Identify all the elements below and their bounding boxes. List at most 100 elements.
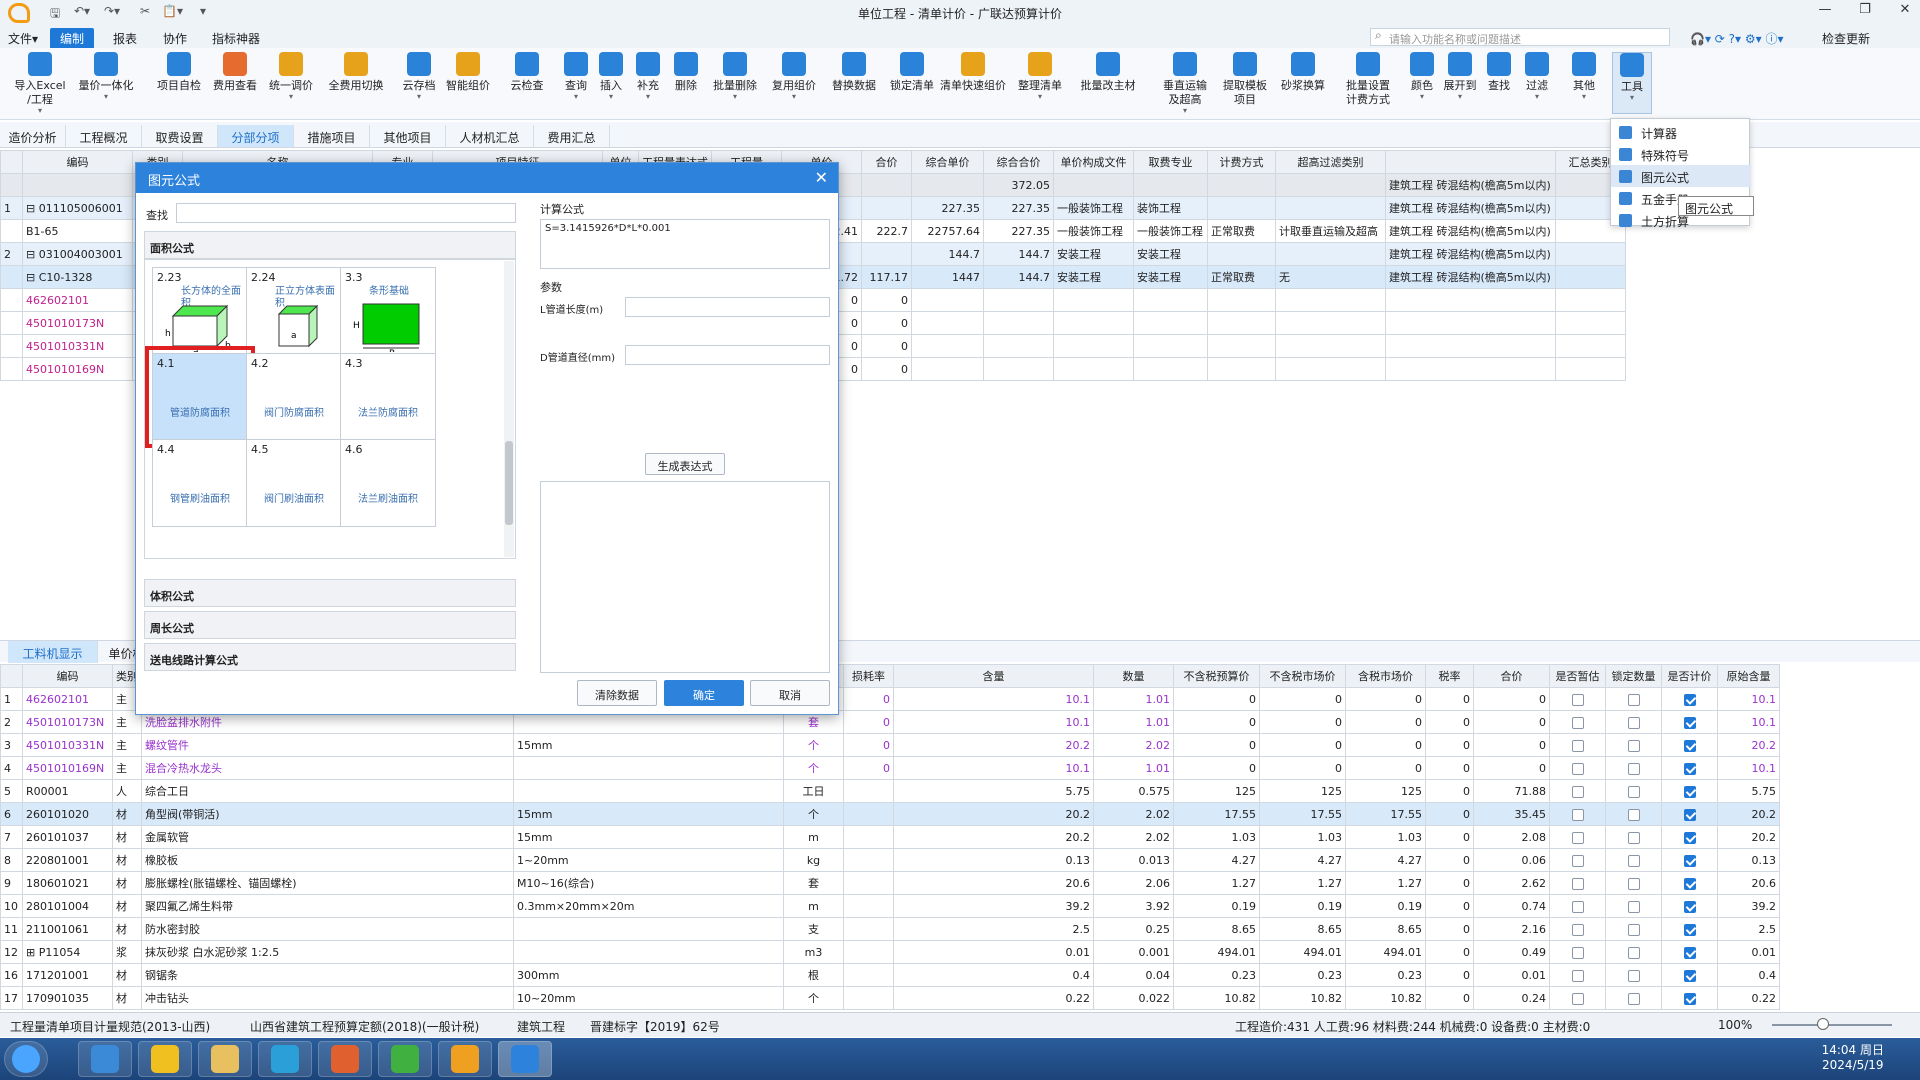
table-cell[interactable]: 2.02 [1093, 733, 1174, 757]
table-cell[interactable] [843, 894, 894, 918]
table-cell[interactable]: 材 [112, 963, 142, 987]
table-cell[interactable] [0, 265, 23, 289]
table-cell[interactable]: 280101004 [22, 894, 113, 918]
table-cell[interactable]: 20.2 [893, 825, 1094, 849]
table-cell[interactable]: 5.75 [893, 779, 1094, 803]
table-cell[interactable]: 16 [0, 963, 23, 987]
table-cell[interactable]: 10.82 [1173, 986, 1260, 1010]
table-cell[interactable]: 0 [1425, 940, 1474, 964]
table-cell[interactable]: 膨胀螺栓(胀锚螺栓、锚固螺栓) [141, 871, 514, 895]
table-cell[interactable]: 一般装饰工程 [1053, 196, 1134, 220]
table-cell[interactable] [1275, 242, 1386, 266]
table-cell[interactable] [0, 288, 23, 312]
table-cell[interactable]: 4.27 [1173, 848, 1260, 872]
table-cell[interactable]: 安装工程 [1133, 265, 1208, 289]
table-cell[interactable] [1555, 357, 1626, 381]
table-cell[interactable]: 0.4 [893, 963, 1094, 987]
ribbon-button-0[interactable]: 导入Excel/工程 ▾ [10, 52, 70, 115]
table-row[interactable]: 16 171201001 材钢锯条 300mm 根 0.4 0.04 0.23 0.23 0.23… [0, 963, 1780, 987]
table-cell[interactable] [1133, 288, 1208, 312]
table-cell[interactable]: 20.6 [893, 871, 1094, 895]
zoom-slider[interactable] [1772, 1024, 1892, 1026]
checkbox-cell[interactable] [1661, 986, 1718, 1010]
table-cell[interactable]: 4501010173N [22, 311, 133, 335]
table-cell[interactable]: 170901035 [22, 986, 113, 1010]
ok-button[interactable]: 确定 [664, 680, 744, 706]
table-cell[interactable]: 建筑工程 砖混结构(檐高5m以内) [1385, 173, 1556, 197]
table-row[interactable]: 12 ⊞ P11054 浆抹灰砂浆 白水泥砂浆 1:2.5 m3 0.01 0.001 49… [0, 940, 1780, 964]
checkbox-cell[interactable] [1605, 779, 1662, 803]
expression-result-area[interactable] [540, 481, 830, 673]
checkbox[interactable] [1683, 693, 1696, 706]
checkbox-cell[interactable] [1605, 894, 1662, 918]
table-cell[interactable]: 正常取费 [1207, 219, 1276, 243]
table-cell[interactable]: 个 [783, 756, 844, 780]
column-header[interactable] [1385, 150, 1556, 174]
table-cell[interactable]: 一般装饰工程 [1133, 219, 1208, 243]
ribbon-button-25[interactable]: 展开到 ▾ [1440, 52, 1480, 101]
tab-material-display[interactable]: 工料机显示 [8, 641, 98, 663]
menu-item-calculator[interactable]: 计算器 [1611, 121, 1751, 143]
taskbar-help[interactable] [138, 1041, 192, 1077]
restore-icon[interactable]: ❐ [1852, 2, 1878, 17]
table-cell[interactable]: 0 [1425, 825, 1474, 849]
checkbox-cell[interactable] [1605, 871, 1662, 895]
table-cell[interactable]: kg [783, 848, 844, 872]
table-cell[interactable] [1207, 196, 1276, 220]
table-cell[interactable]: 2.16 [1473, 917, 1550, 941]
formula-card-4.5[interactable]: 4.5 阀门刷油面积 [246, 439, 342, 527]
ribbon-button-5[interactable]: 全费用切换 [320, 52, 392, 93]
table-row[interactable]: 5 R00001 人综合工日 工日 5.75 0.575 125 125 125 0 71.88 5.… [0, 779, 1780, 803]
table-cell[interactable] [1275, 196, 1386, 220]
taskbar-budget[interactable] [498, 1041, 552, 1077]
checkbox[interactable] [1627, 808, 1640, 821]
table-cell[interactable]: 抹灰砂浆 白水泥砂浆 1:2.5 [141, 940, 514, 964]
table-cell[interactable]: 10.82 [1345, 986, 1426, 1010]
column-header[interactable]: 含量 [893, 664, 1094, 688]
ribbon-button-16[interactable]: 锁定清单 [886, 52, 938, 93]
table-cell[interactable]: 4501010331N [22, 334, 133, 358]
table-cell[interactable]: 建筑工程 砖混结构(檐高5m以内) [1385, 242, 1556, 266]
scrollbar-thumb[interactable] [505, 441, 513, 525]
table-cell[interactable]: 根 [783, 963, 844, 987]
table-cell[interactable]: 0 [861, 288, 912, 312]
formula-card-2.24[interactable]: 2.24 正立方体表面积 a [246, 267, 342, 355]
column-header[interactable]: 计费方式 [1207, 150, 1276, 174]
formula-search-input[interactable] [176, 203, 516, 223]
table-cell[interactable] [911, 334, 984, 358]
table-cell[interactable]: 2.5 [893, 917, 1094, 941]
ribbon-button-8[interactable]: 云检查 [496, 52, 558, 93]
column-header[interactable]: 税率 [1425, 664, 1474, 688]
table-row[interactable]: 3 4501010331N 主螺纹管件 15mm 个 0 20.2 2.02 0 0 0 0 0 20.2 [0, 733, 1780, 757]
checkbox-cell[interactable] [1549, 894, 1606, 918]
table-cell[interactable]: 3.92 [1093, 894, 1174, 918]
table-cell[interactable] [911, 173, 984, 197]
table-cell[interactable] [911, 288, 984, 312]
checkbox[interactable] [1571, 923, 1584, 936]
table-cell[interactable]: 1.03 [1259, 825, 1346, 849]
checkbox[interactable] [1683, 992, 1696, 1005]
table-cell[interactable] [1385, 288, 1556, 312]
list-scrollbar[interactable] [504, 261, 514, 557]
table-cell[interactable] [1555, 334, 1626, 358]
checkbox-cell[interactable] [1661, 802, 1718, 826]
table-cell[interactable]: 4501010173N [22, 710, 113, 734]
table-cell[interactable] [513, 940, 784, 964]
checkbox-cell[interactable] [1549, 871, 1606, 895]
column-header[interactable]: 是否暂估 [1549, 664, 1606, 688]
table-cell[interactable] [1275, 311, 1386, 335]
checkbox[interactable] [1627, 762, 1640, 775]
ribbon-button-2[interactable]: 项目自检 [150, 52, 208, 93]
table-cell[interactable] [843, 848, 894, 872]
table-cell[interactable]: 0 [1425, 848, 1474, 872]
checkbox-cell[interactable] [1605, 825, 1662, 849]
checkbox-cell[interactable] [1605, 733, 1662, 757]
checkbox[interactable] [1683, 762, 1696, 775]
table-cell[interactable] [22, 173, 133, 197]
ribbon-button-15[interactable]: 替换数据 [822, 52, 886, 93]
table-cell[interactable]: 浆 [112, 940, 142, 964]
table-cell[interactable]: 综合工日 [141, 779, 514, 803]
table-cell[interactable]: 180601021 [22, 871, 113, 895]
table-cell[interactable]: 39.2 [893, 894, 1094, 918]
table-cell[interactable] [1555, 242, 1626, 266]
